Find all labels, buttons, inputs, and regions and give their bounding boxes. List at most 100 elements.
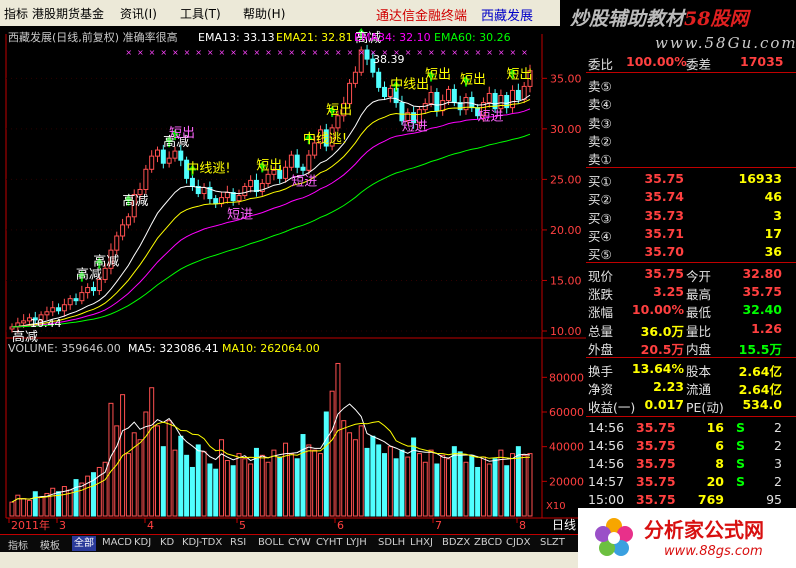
stat-label: 净资 (588, 382, 614, 398)
indicator-tab[interactable]: CYW (288, 537, 311, 548)
bid-volume: 36 (764, 243, 782, 259)
candle-body (67, 298, 73, 306)
candle-body (283, 166, 289, 179)
tick-row: 14:56 35.75 8 S 3 (586, 455, 796, 473)
stat-label: 最低 (686, 305, 712, 321)
kline-chart[interactable]: 35.00 30.00 25.00 20.00 15.00 10.00 80000 6000… (0, 26, 586, 534)
stat-value: 2.64亿 (738, 382, 782, 398)
indicator-tab[interactable]: SDLH (378, 537, 405, 548)
volume-bar (480, 456, 486, 517)
volume-bar (73, 479, 79, 517)
signal-x-mark: × (277, 48, 284, 57)
weicha-label: 委差 (686, 57, 712, 72)
menu-item-tools[interactable]: 工具(T) (180, 5, 221, 22)
candle-body (125, 216, 131, 226)
volume-bar (9, 501, 15, 517)
stat-value: 2.23 (653, 379, 684, 395)
menu-item-indicators[interactable]: 指标 (4, 5, 28, 22)
volume-bar (492, 458, 498, 517)
tick-volume: 8 (715, 455, 724, 471)
tick-side: S (736, 474, 746, 490)
indicator-tab[interactable]: KD (160, 537, 174, 548)
bid-label: 买④ (588, 228, 612, 244)
indicator-tab[interactable]: CJDX (506, 537, 530, 548)
volume-bar (125, 453, 131, 517)
weibi-label: 委比 (588, 57, 614, 72)
indicator-tab[interactable]: 全部 (72, 536, 96, 551)
volume-bar (364, 447, 370, 517)
volume-bar (32, 491, 38, 517)
stat-row: 收益(一) 0.017 PE(动) 534.0 (586, 396, 796, 415)
stat-label: 内盘 (686, 341, 712, 357)
period-label[interactable]: 日线 (552, 518, 576, 532)
legend-ema60: EMA60: 30.26 (434, 31, 511, 44)
bid-price: 35.74 (644, 189, 684, 205)
stat-label: 总量 (588, 323, 614, 339)
bid-row: 买⑤ 35.70 36 (586, 243, 796, 262)
candle-body (236, 195, 242, 202)
signal-x-mark: × (405, 48, 412, 57)
signal-x-mark: × (149, 48, 156, 57)
volume-bar (405, 456, 411, 517)
indicator-tab[interactable]: BDZX (442, 537, 470, 548)
signal-x-mark: × (195, 48, 202, 57)
date-label: 8 (519, 519, 526, 532)
indicator-tab[interactable]: BOLL (258, 537, 284, 548)
price-tick-label: 20.00 (550, 224, 582, 237)
tick-time: 14:56 (588, 437, 625, 453)
indicator-tab[interactable]: LHXJ (410, 537, 433, 548)
signal-x-mark: × (428, 48, 435, 57)
volume-bar (381, 453, 387, 517)
ask-label: 卖③ (588, 115, 612, 131)
indicator-tab[interactable]: MACD (102, 537, 132, 548)
ask-row: 卖④ (586, 93, 796, 112)
indicator-tab[interactable]: 指标 (8, 537, 28, 552)
indicator-tab[interactable]: KDJ (134, 537, 151, 548)
tick-time: 14:56 (588, 419, 625, 435)
menu-item-hk-futures[interactable]: 港股期货基金 (32, 5, 104, 22)
candle-body (399, 102, 405, 122)
tick-row: 14:56 35.75 6 S 2 (586, 437, 796, 455)
indicator-tab[interactable]: LYJH (346, 537, 367, 548)
bid-volume: 3 (773, 207, 782, 223)
signal-label: 短出 (169, 126, 195, 141)
volume-tick-label: 60000 (549, 406, 584, 419)
candle-body (155, 149, 161, 157)
candle-body (50, 307, 56, 313)
volume-bar (79, 482, 85, 517)
stat-value: 1.26 (751, 320, 782, 336)
bid-label: 买② (588, 192, 612, 208)
watermark-name: 分析家公式网 (644, 518, 764, 542)
menu-item-help[interactable]: 帮助(H) (243, 5, 285, 22)
signal-label: 短进 (402, 120, 428, 135)
volume-bar (341, 420, 347, 517)
price-tick-label: 15.00 (550, 274, 582, 287)
volume-bar (335, 362, 341, 517)
menu-item-news[interactable]: 资讯(I) (120, 5, 157, 22)
indicator-tab[interactable]: ZBCD (474, 537, 502, 548)
indicator-tab[interactable]: RSI (230, 537, 246, 548)
bid-row: 买④ 35.71 17 (586, 225, 796, 244)
candle-body (56, 307, 62, 312)
volume-bar (166, 420, 172, 517)
indicator-tab[interactable]: SLZT (540, 537, 565, 548)
stat-value: 35.75 (742, 284, 782, 300)
indicator-tab[interactable]: CYHT (316, 537, 343, 548)
indicator-tab[interactable]: KDJ-TDX (182, 537, 222, 548)
tick-time: 15:00 (588, 492, 625, 508)
candle-body (44, 311, 50, 316)
legend-ema21: EMA21: 32.81 (276, 31, 353, 44)
volume-bar (347, 432, 353, 517)
candle-body (189, 177, 195, 187)
candle-body (300, 166, 306, 171)
signal-label: 高减 (93, 253, 119, 269)
volume-unit: X10 (546, 501, 566, 512)
stat-row: 外盘 20.5万 内盘 15.5万 (586, 338, 796, 357)
stat-row: 涨跌 3.25 最高 35.75 (586, 283, 796, 302)
indicator-tab[interactable]: 模板 (40, 537, 60, 552)
bid-volume: 46 (764, 189, 782, 205)
volume-bar (352, 439, 358, 517)
stat-label: 股本 (686, 364, 712, 379)
volume-bar (446, 458, 452, 517)
date-label: 6 (337, 519, 344, 532)
